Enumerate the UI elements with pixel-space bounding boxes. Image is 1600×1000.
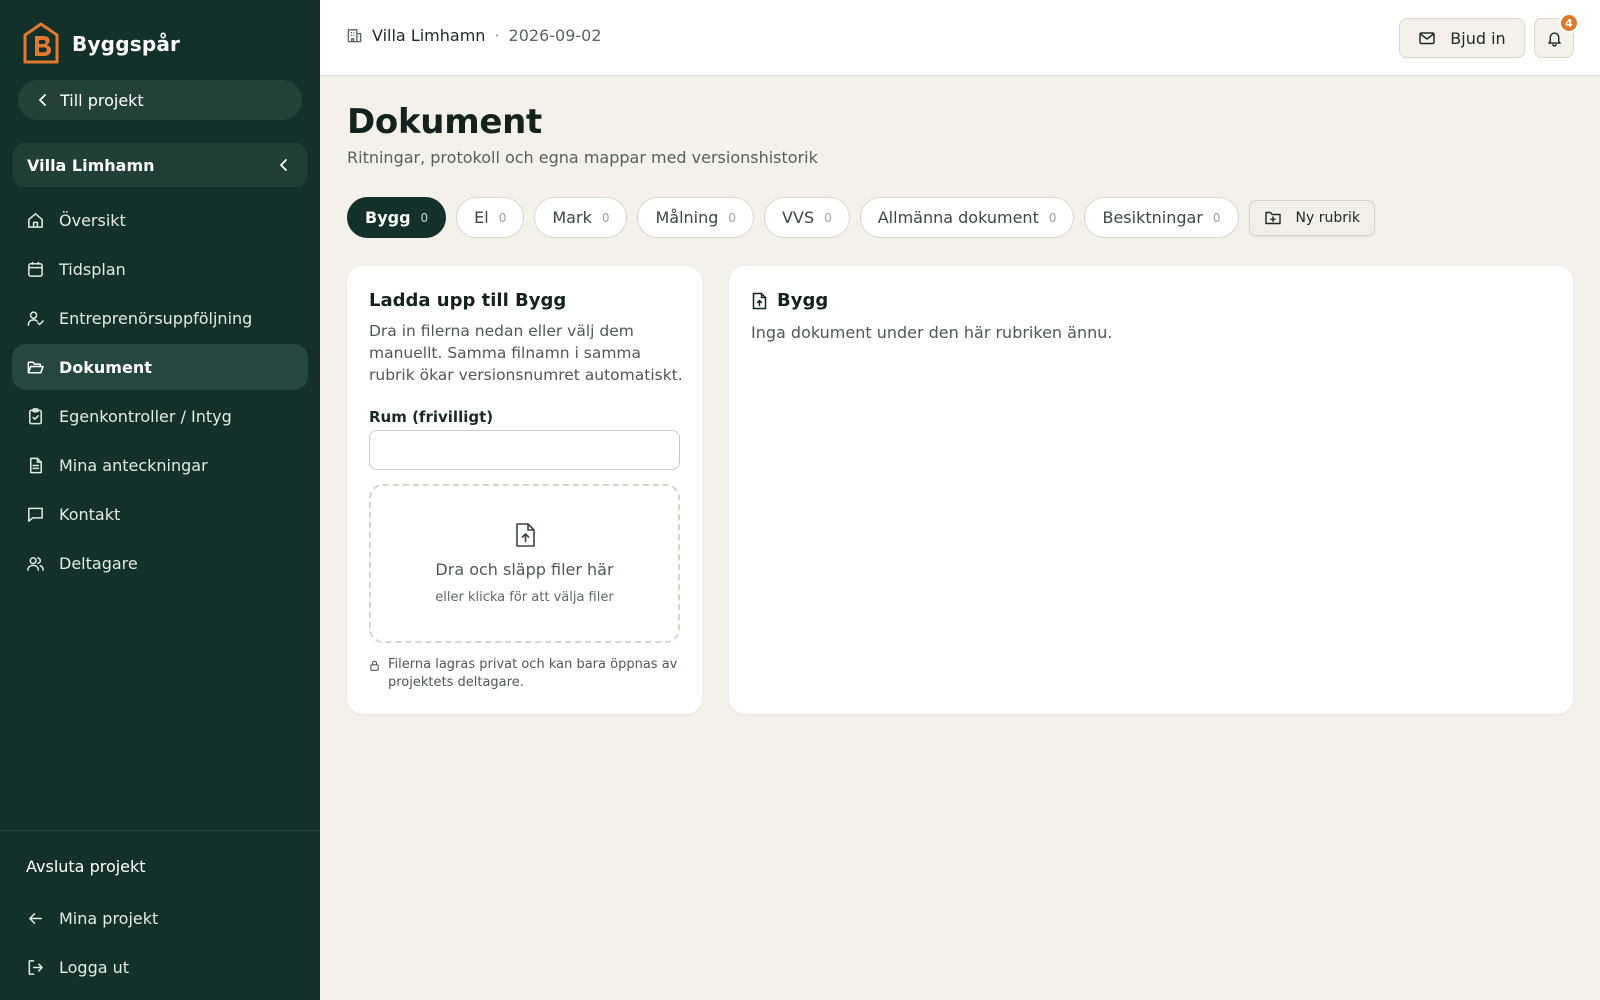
back-to-projects-button[interactable]: Till projekt [18, 80, 302, 120]
sidebar-item-tidsplan[interactable]: Tidsplan [12, 246, 308, 292]
tab-mark[interactable]: Mark 0 [534, 197, 628, 238]
category-tabs: Bygg 0 El 0 Mark 0 Målning 0 VVS 0 Allmä… [347, 197, 1376, 238]
sidebar-item-label: Deltagare [59, 553, 138, 573]
my-projects-label: Mina projekt [59, 908, 159, 928]
sidebar-item-kontakt[interactable]: Kontakt [12, 491, 308, 537]
sidebar-item-egenkontroller[interactable]: Egenkontroller / Intyg [12, 393, 308, 439]
mail-icon [1419, 32, 1436, 45]
sidebar-item-label: Egenkontroller / Intyg [59, 406, 232, 426]
upload-title: Ladda upp till Bygg [369, 290, 567, 311]
tab-label: Målning [655, 208, 719, 227]
tab-label: El [474, 208, 489, 227]
tab-malning[interactable]: Målning 0 [637, 197, 755, 238]
room-input[interactable] [369, 430, 680, 470]
tab-label: Mark [552, 208, 592, 227]
logout-link[interactable]: Logga ut [12, 944, 320, 990]
breadcrumb-project[interactable]: Villa Limhamn [372, 26, 485, 45]
tab-allmanna-dokument[interactable]: Allmänna dokument 0 [859, 197, 1075, 238]
file-upload-icon [752, 292, 767, 309]
tab-label: Bygg [365, 208, 411, 227]
byggspar-logo-icon [23, 22, 59, 64]
message-icon [28, 507, 43, 522]
breadcrumb: Villa Limhamn · 2026-09-02 [346, 26, 602, 45]
room-label: Rum (frivilligt) [369, 408, 494, 426]
sidebar: Byggspår Till projekt Villa Limhamn Över… [0, 0, 320, 1000]
chevron-left-icon [39, 94, 46, 106]
tab-label: Besiktningar [1102, 208, 1203, 227]
privacy-note: Filerna lagras privat och kan bara öppna… [369, 656, 687, 692]
tab-el[interactable]: El 0 [456, 197, 525, 238]
tab-count: 0 [728, 210, 737, 225]
documents-empty-state: Inga dokument under den här rubriken änn… [751, 323, 1113, 342]
sidebar-item-label: Översikt [59, 210, 126, 230]
tab-count: 0 [601, 210, 610, 225]
bell-icon [1547, 31, 1561, 47]
documents-card: Bygg Inga dokument under den här rubrike… [729, 266, 1573, 714]
building-icon [347, 29, 362, 43]
invite-button[interactable]: Bjud in [1399, 18, 1525, 58]
breadcrumb-separator: · [494, 26, 500, 45]
drop-zone-subtitle: eller klicka för att välja filer [435, 590, 614, 605]
logout-icon [28, 959, 43, 975]
tab-count: 0 [420, 210, 429, 225]
sidebar-item-mina-anteckningar[interactable]: Mina anteckningar [12, 442, 308, 488]
file-drop-zone[interactable]: Dra och släpp filer här eller klicka för… [369, 484, 680, 643]
documents-title: Bygg [777, 290, 829, 311]
sidebar-item-label: Mina anteckningar [59, 455, 208, 475]
clipboard-check-icon [29, 407, 42, 424]
notes-icon [29, 457, 42, 473]
home-icon [28, 212, 43, 228]
sidebar-item-label: Tidsplan [59, 259, 126, 279]
logout-label: Logga ut [59, 957, 130, 977]
tab-label: Allmänna dokument [877, 208, 1039, 227]
notification-count-badge: 4 [1559, 13, 1579, 33]
notifications-button[interactable]: 4 [1534, 13, 1579, 58]
sidebar-item-entreprenorsuppfoljning[interactable]: Entreprenörsuppföljning [12, 295, 308, 341]
sidebar-nav: Översikt Tidsplan Entreprenörsuppföljnin… [12, 197, 308, 589]
privacy-note-text: Filerna lagras privat och kan bara öppna… [388, 657, 678, 690]
top-bar: Villa Limhamn · 2026-09-02 Bjud in 4 [320, 0, 1600, 76]
my-projects-link[interactable]: Mina projekt [12, 895, 320, 941]
sidebar-item-dokument[interactable]: Dokument [12, 344, 308, 390]
invite-button-label: Bjud in [1450, 28, 1506, 48]
folder-plus-icon [1264, 211, 1281, 224]
brand[interactable]: Byggspår [22, 22, 180, 66]
drop-zone-title: Dra och släpp filer här [435, 560, 614, 579]
sidebar-item-label: Kontakt [59, 504, 121, 524]
end-project-link[interactable]: Avsluta projekt [0, 857, 320, 879]
sidebar-item-label: Entreprenörsuppföljning [59, 308, 253, 328]
page-subtitle: Ritningar, protokoll och egna mappar med… [347, 148, 818, 167]
page-title: Dokument [347, 102, 542, 142]
chevron-left-icon [280, 159, 287, 171]
arrow-left-icon [29, 912, 42, 924]
tab-besiktningar[interactable]: Besiktningar 0 [1084, 197, 1239, 238]
upload-card: Ladda upp till Bygg Dra in filerna nedan… [347, 266, 702, 714]
file-upload-icon [516, 523, 535, 547]
back-to-projects-label: Till projekt [60, 90, 144, 110]
tab-count: 0 [1048, 210, 1057, 225]
tab-label: VVS [782, 208, 815, 227]
tab-count: 0 [498, 210, 507, 225]
tab-count: 0 [1212, 210, 1221, 225]
new-category-label: Ny rubrik [1295, 209, 1361, 226]
sidebar-item-deltagare[interactable]: Deltagare [12, 540, 308, 586]
tab-bygg[interactable]: Bygg 0 [347, 197, 447, 238]
sidebar-item-label: Dokument [59, 357, 152, 377]
calendar-icon [28, 261, 43, 277]
project-switcher[interactable]: Villa Limhamn [13, 143, 307, 187]
user-check-icon [27, 310, 44, 326]
new-category-button[interactable]: Ny rubrik [1248, 199, 1376, 236]
app-name: Byggspår [72, 32, 181, 56]
users-icon [27, 556, 44, 571]
sidebar-footer: Avsluta projekt Mina projekt Logga ut [0, 830, 320, 990]
breadcrumb-date: 2026-09-02 [508, 26, 602, 45]
documents-header: Bygg [751, 290, 828, 311]
tab-vvs[interactable]: VVS 0 [764, 197, 850, 238]
folder-open-icon [27, 361, 44, 373]
project-switcher-label: Villa Limhamn [27, 155, 155, 175]
tab-count: 0 [824, 210, 832, 225]
sidebar-item-oversikt[interactable]: Översikt [12, 197, 308, 243]
upload-description: Dra in filerna nedan eller välj dem manu… [369, 322, 683, 384]
lock-icon [370, 660, 379, 671]
